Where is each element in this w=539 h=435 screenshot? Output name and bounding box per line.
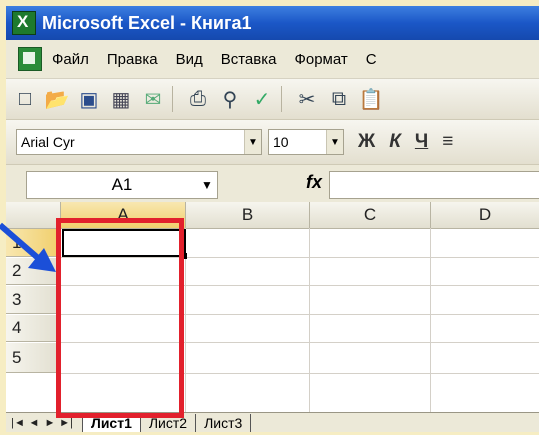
row-header-5[interactable]: 5	[6, 343, 60, 373]
workbook-icon[interactable]	[18, 47, 42, 71]
menu-file[interactable]: Файл	[52, 51, 89, 68]
formula-input[interactable]	[329, 171, 539, 199]
toolbar-separator	[281, 86, 282, 112]
copy-icon[interactable]: ⧉	[326, 86, 352, 112]
paste-icon[interactable]: 📋	[358, 86, 384, 112]
open-icon[interactable]: 📂	[44, 86, 70, 112]
gridline	[60, 342, 539, 343]
menu-view[interactable]: Вид	[176, 51, 203, 68]
sheet-tab-bar: |◄ ◄ ► ►| Лист1 Лист2 Лист3	[6, 412, 539, 432]
chevron-down-icon[interactable]: ▼	[201, 178, 213, 192]
gridline	[60, 314, 539, 315]
select-all-corner[interactable]	[6, 202, 61, 229]
function-icon[interactable]: fx	[306, 172, 322, 193]
standard-toolbar: □ 📂 ▣ ▦ ✉ ⎙ ⚲ ✓ ✂ ⧉ 📋	[6, 79, 539, 120]
row-header-1[interactable]: 1	[6, 229, 60, 257]
column-header-c[interactable]: C	[310, 202, 431, 229]
row-header-3[interactable]: 3	[6, 286, 60, 314]
window-title: Microsoft Excel - Книга1	[42, 12, 252, 33]
last-sheet-button[interactable]: ►|	[58, 417, 74, 429]
toolbar-separator	[172, 86, 173, 112]
row-header-2[interactable]: 2	[6, 258, 60, 285]
gridline	[309, 228, 310, 412]
font-name-value: Arial Cyr	[21, 134, 75, 150]
save-icon[interactable]: ▣	[76, 86, 102, 112]
excel-app-icon	[12, 11, 36, 35]
font-size-combo[interactable]: 10 ▼	[268, 129, 344, 155]
spellcheck-icon[interactable]: ✓	[249, 86, 275, 112]
formatting-toolbar: Arial Cyr ▼ 10 ▼ Ж К Ч ≡	[6, 120, 539, 165]
row-header-4[interactable]: 4	[6, 315, 60, 342]
menu-service[interactable]: С	[366, 51, 377, 68]
column-header-b[interactable]: B	[186, 202, 310, 229]
sheet-tab-1[interactable]: Лист1	[82, 414, 140, 432]
menu-insert[interactable]: Вставка	[221, 51, 277, 68]
column-header-a[interactable]: A	[61, 202, 186, 229]
sheet-tab-2[interactable]: Лист2	[139, 414, 195, 432]
first-sheet-button[interactable]: |◄	[10, 417, 26, 429]
new-icon[interactable]: □	[12, 86, 38, 112]
column-header-d[interactable]: D	[431, 202, 539, 229]
email-icon[interactable]: ✉	[140, 86, 166, 112]
formula-bar: A1 ▼ fx	[6, 166, 539, 202]
name-box-value: A1	[111, 175, 133, 194]
menu-bar: Файл Правка Вид Вставка Формат С	[6, 40, 539, 79]
underline-button[interactable]: Ч	[415, 131, 428, 153]
fill-handle[interactable]	[181, 253, 187, 259]
align-left-icon[interactable]: ≡	[442, 131, 453, 153]
sheet-tab-3[interactable]: Лист3	[195, 414, 252, 432]
title-bar: Microsoft Excel - Книга1	[6, 6, 539, 40]
print-preview-icon[interactable]: ⚲	[217, 86, 243, 112]
menu-format[interactable]: Формат	[294, 51, 347, 68]
excel-window: Microsoft Excel - Книга1 Файл Правка Вид…	[6, 6, 539, 432]
chevron-down-icon[interactable]: ▼	[244, 130, 261, 154]
chevron-down-icon[interactable]: ▼	[326, 130, 343, 154]
permission-icon[interactable]: ▦	[108, 86, 134, 112]
active-cell-a1[interactable]	[62, 229, 186, 257]
bold-button[interactable]: Ж	[358, 131, 375, 153]
gridline	[430, 228, 431, 412]
worksheet-grid: A B C D 1 2 3 4 5	[6, 202, 539, 412]
italic-button[interactable]: К	[389, 131, 401, 153]
gridline	[60, 285, 539, 286]
print-icon[interactable]: ⎙	[185, 86, 211, 112]
gridline	[60, 257, 539, 258]
font-size-value: 10	[273, 134, 289, 150]
menu-edit[interactable]: Правка	[107, 51, 158, 68]
prev-sheet-button[interactable]: ◄	[26, 417, 42, 429]
font-name-combo[interactable]: Arial Cyr ▼	[16, 129, 262, 155]
name-box[interactable]: A1	[26, 171, 218, 199]
gridline	[60, 373, 539, 374]
next-sheet-button[interactable]: ►	[42, 417, 58, 429]
cut-icon[interactable]: ✂	[294, 86, 320, 112]
